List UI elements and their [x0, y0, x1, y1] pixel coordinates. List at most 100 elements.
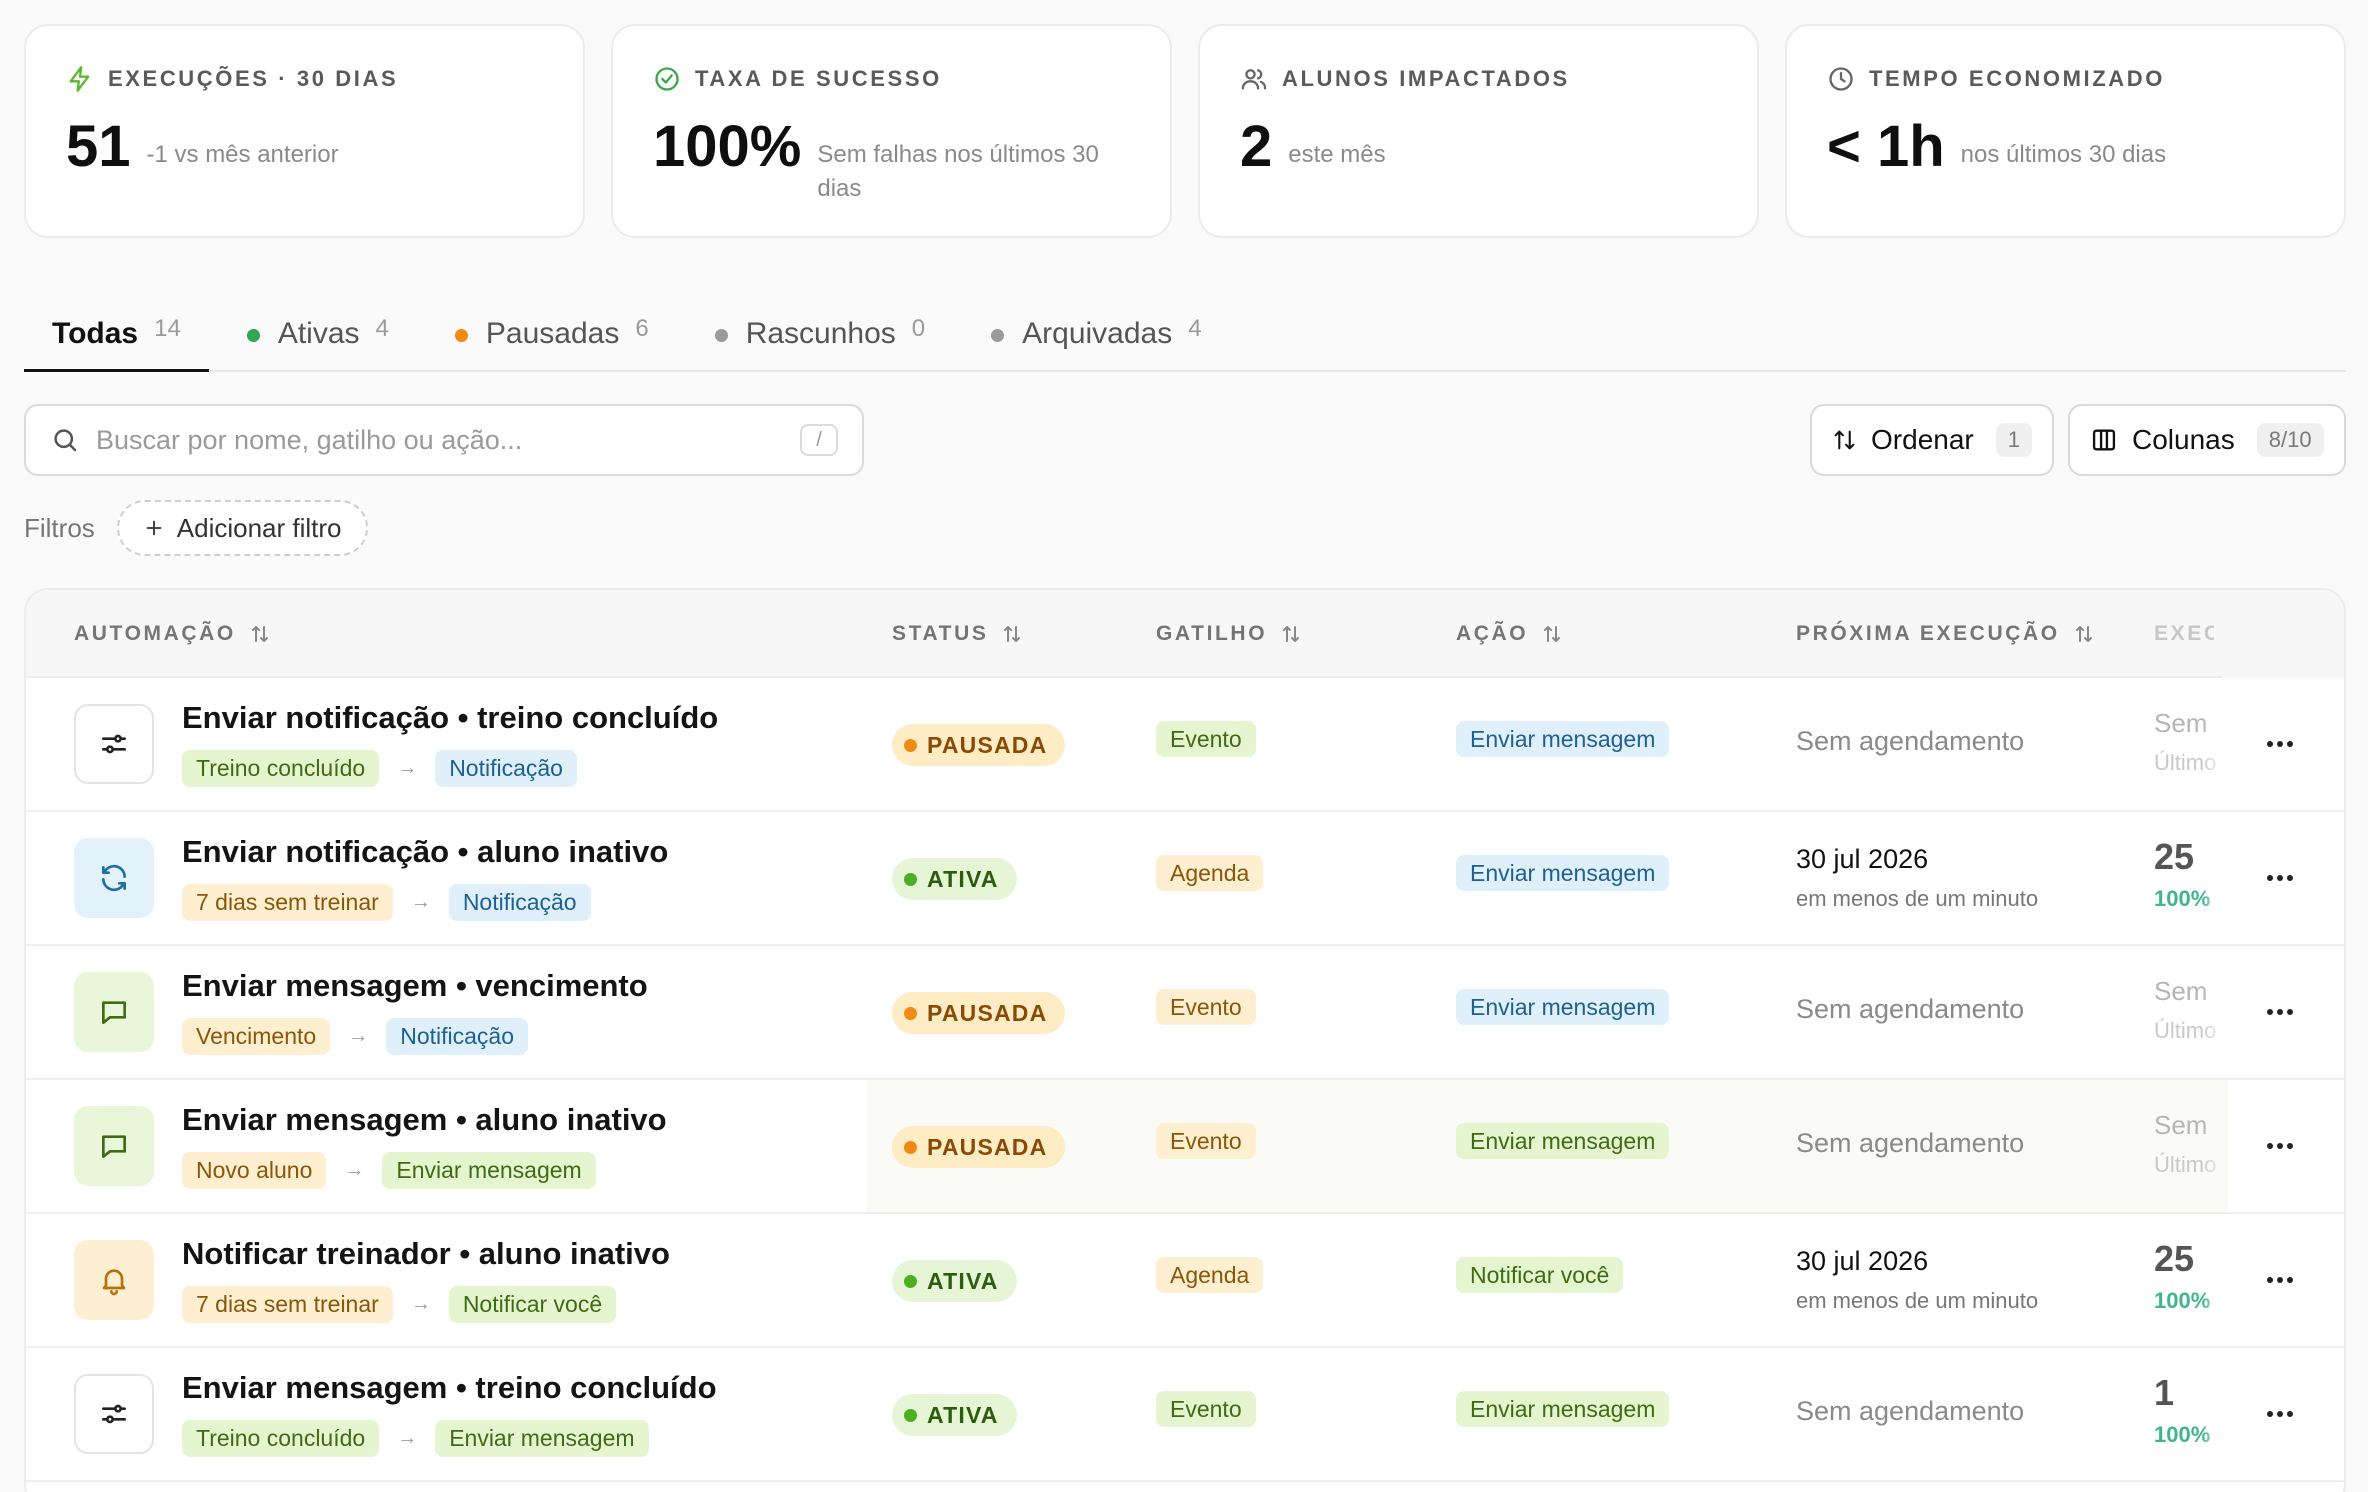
stat-card-executions: EXECUÇÕES · 30 DIAS 51 -1 vs mês anterio… — [24, 24, 585, 238]
ellipsis-icon — [2267, 1277, 2293, 1283]
tab-count: 0 — [911, 315, 926, 342]
stat-label: EXECUÇÕES · 30 DIAS — [108, 66, 399, 91]
filters-bar: Filtros Adicionar filtro — [24, 500, 368, 556]
trigger-tag: Novo aluno — [182, 1152, 327, 1189]
table-row[interactable]: Enviar notificação • treino concluído Tr… — [26, 678, 2344, 812]
tab-archived[interactable]: Arquivadas 4 — [963, 294, 1229, 372]
tab-paused[interactable]: Pausadas 6 — [427, 294, 677, 372]
tab-count: 4 — [375, 315, 389, 342]
stats-bar: EXECUÇÕES · 30 DIAS 51 -1 vs mês anterio… — [24, 24, 2346, 238]
tab-count: 4 — [1188, 315, 1202, 342]
table-row[interactable]: Enviar mensagem • aluno inativo Novo alu… — [26, 1080, 2344, 1214]
sliders-icon — [102, 1404, 126, 1424]
column-fade — [2202, 812, 2228, 944]
automation-name[interactable]: Enviar notificação • treino concluído — [182, 700, 718, 736]
stat-card-time-saved: TEMPO ECONOMIZADO < 1h nos últimos 30 di… — [1785, 24, 2346, 238]
tab-count: 14 — [154, 315, 181, 342]
column-label: PRÓXIMA EXECUÇÃO — [1796, 622, 2060, 645]
sort-arrows-icon — [1834, 430, 1855, 450]
action-tag: Enviar mensagem — [1456, 989, 1670, 1025]
trigger-type-tag: Evento — [1156, 989, 1256, 1025]
table-row[interactable]: Enviar notificação • aluno inativo 7 dia… — [26, 812, 2344, 946]
stat-subtext: nos últimos 30 dias — [1960, 141, 2167, 168]
status-label: PAUSADA — [927, 1133, 1048, 1160]
status-label: ATIVA — [927, 1401, 999, 1428]
column-fade — [2202, 1348, 2228, 1480]
table-row[interactable]: Notificar treinador • aluno inativo 7 di… — [26, 1214, 2344, 1348]
more-options-button[interactable] — [2258, 994, 2302, 1030]
column-header-status[interactable]: STATUS — [892, 622, 1024, 646]
sort-button[interactable]: Ordenar 1 — [1810, 404, 2054, 476]
table-row[interactable]: Enviar mensagem • treino concluído Trein… — [26, 1348, 2344, 1482]
column-header-next-run[interactable]: PRÓXIMA EXECUÇÃO — [1796, 622, 2096, 646]
automation-name[interactable]: Enviar notificação • aluno inativo — [182, 834, 668, 870]
status-dot-icon — [246, 329, 260, 342]
action-tag: Enviar mensagem — [1456, 721, 1670, 757]
tab-active[interactable]: Ativas 4 — [219, 294, 417, 372]
tab-label: Arquivadas — [1022, 317, 1173, 350]
status-badge: PAUSADA — [892, 992, 1066, 1034]
column-label: AUTOMAÇÃO — [74, 622, 236, 645]
stat-value: 100% — [653, 114, 802, 179]
status-badge: PAUSADA — [892, 1126, 1066, 1168]
more-options-button[interactable] — [2258, 1128, 2302, 1164]
header-edge — [2222, 590, 2344, 678]
action-tag: Notificar você — [1456, 1257, 1624, 1293]
tab-count: 6 — [635, 315, 649, 342]
column-header-executions[interactable]: EXECUÇÕES — [2154, 622, 2214, 646]
status-label: PAUSADA — [927, 999, 1048, 1026]
automation-name[interactable]: Enviar mensagem • vencimento — [182, 968, 648, 1004]
add-filter-button[interactable]: Adicionar filtro — [116, 500, 368, 556]
tab-drafts[interactable]: Rascunhos 0 — [687, 294, 953, 372]
more-options-button[interactable] — [2258, 1396, 2302, 1432]
automation-icon — [74, 838, 154, 918]
automation-name[interactable]: Enviar mensagem • treino concluído — [182, 1370, 717, 1406]
automation-name[interactable]: Enviar mensagem • aluno inativo — [182, 1102, 667, 1138]
sort-count-badge: 1 — [1995, 423, 2032, 457]
tab-label: Rascunhos — [745, 317, 896, 350]
next-run: Sem agendamento — [1796, 1128, 2025, 1158]
trigger-type-tag: Agenda — [1156, 855, 1264, 891]
automation-flow: Vencimento → Notificação — [182, 1018, 528, 1055]
target-tag: Enviar mensagem — [435, 1420, 649, 1457]
lightning-icon — [69, 66, 90, 92]
status-badge: ATIVA — [892, 1394, 1017, 1436]
column-header-action[interactable]: AÇÃO — [1456, 622, 1564, 646]
columns-icon — [2092, 429, 2116, 451]
message-icon — [102, 1001, 126, 1024]
search-box[interactable]: / — [24, 404, 864, 476]
automation-flow: Treino concluído → Notificação — [182, 750, 577, 787]
stat-value: 2 — [1240, 114, 1273, 179]
stat-subtext: este mês — [1288, 141, 1386, 168]
trigger-type-tag: Evento — [1156, 721, 1256, 757]
more-options-button[interactable] — [2258, 726, 2302, 762]
tab-label: Pausadas — [485, 317, 620, 350]
automation-icon — [74, 1106, 154, 1186]
table-header: AUTOMAÇÃO STATUS GATILHO AÇÃO PRÓXIMA EX… — [26, 590, 2344, 678]
column-label: AÇÃO — [1456, 622, 1529, 645]
ellipsis-icon — [2267, 741, 2293, 747]
status-badge: ATIVA — [892, 1260, 1017, 1302]
tab-all[interactable]: Todas 14 — [24, 294, 209, 372]
stat-subtext: -1 vs mês anterior — [146, 141, 339, 168]
automation-flow: Novo aluno → Enviar mensagem — [182, 1152, 596, 1189]
table-row[interactable]: Enviar mensagem • vencimento Vencimento … — [26, 946, 2344, 1080]
status-tabs: Todas 14 Ativas 4 Pausadas 6 Rascunhos 0… — [24, 294, 2346, 372]
more-options-button[interactable] — [2258, 860, 2302, 896]
target-tag: Notificação — [448, 884, 591, 921]
stat-card-students: ALUNOS IMPACTADOS 2 este mês — [1198, 24, 1759, 238]
search-input[interactable] — [96, 424, 800, 456]
clock-icon — [1829, 67, 1853, 91]
automation-icon — [74, 972, 154, 1052]
more-options-button[interactable] — [2258, 1262, 2302, 1298]
automation-flow: 7 dias sem treinar → Notificação — [182, 884, 591, 921]
next-run-relative: em menos de um minuto — [1796, 1288, 2039, 1313]
columns-button[interactable]: Colunas 8/10 — [2068, 404, 2346, 476]
automation-name[interactable]: Notificar treinador • aluno inativo — [182, 1236, 670, 1272]
stat-card-success-rate: TAXA DE SUCESSO 100% Sem falhas nos últi… — [611, 24, 1172, 238]
target-tag: Notificação — [386, 1018, 528, 1055]
column-header-automation[interactable]: AUTOMAÇÃO — [74, 622, 272, 646]
status-dot-icon — [714, 329, 728, 342]
sort-icon — [1283, 626, 1300, 642]
column-header-trigger[interactable]: GATILHO — [1156, 622, 1303, 646]
